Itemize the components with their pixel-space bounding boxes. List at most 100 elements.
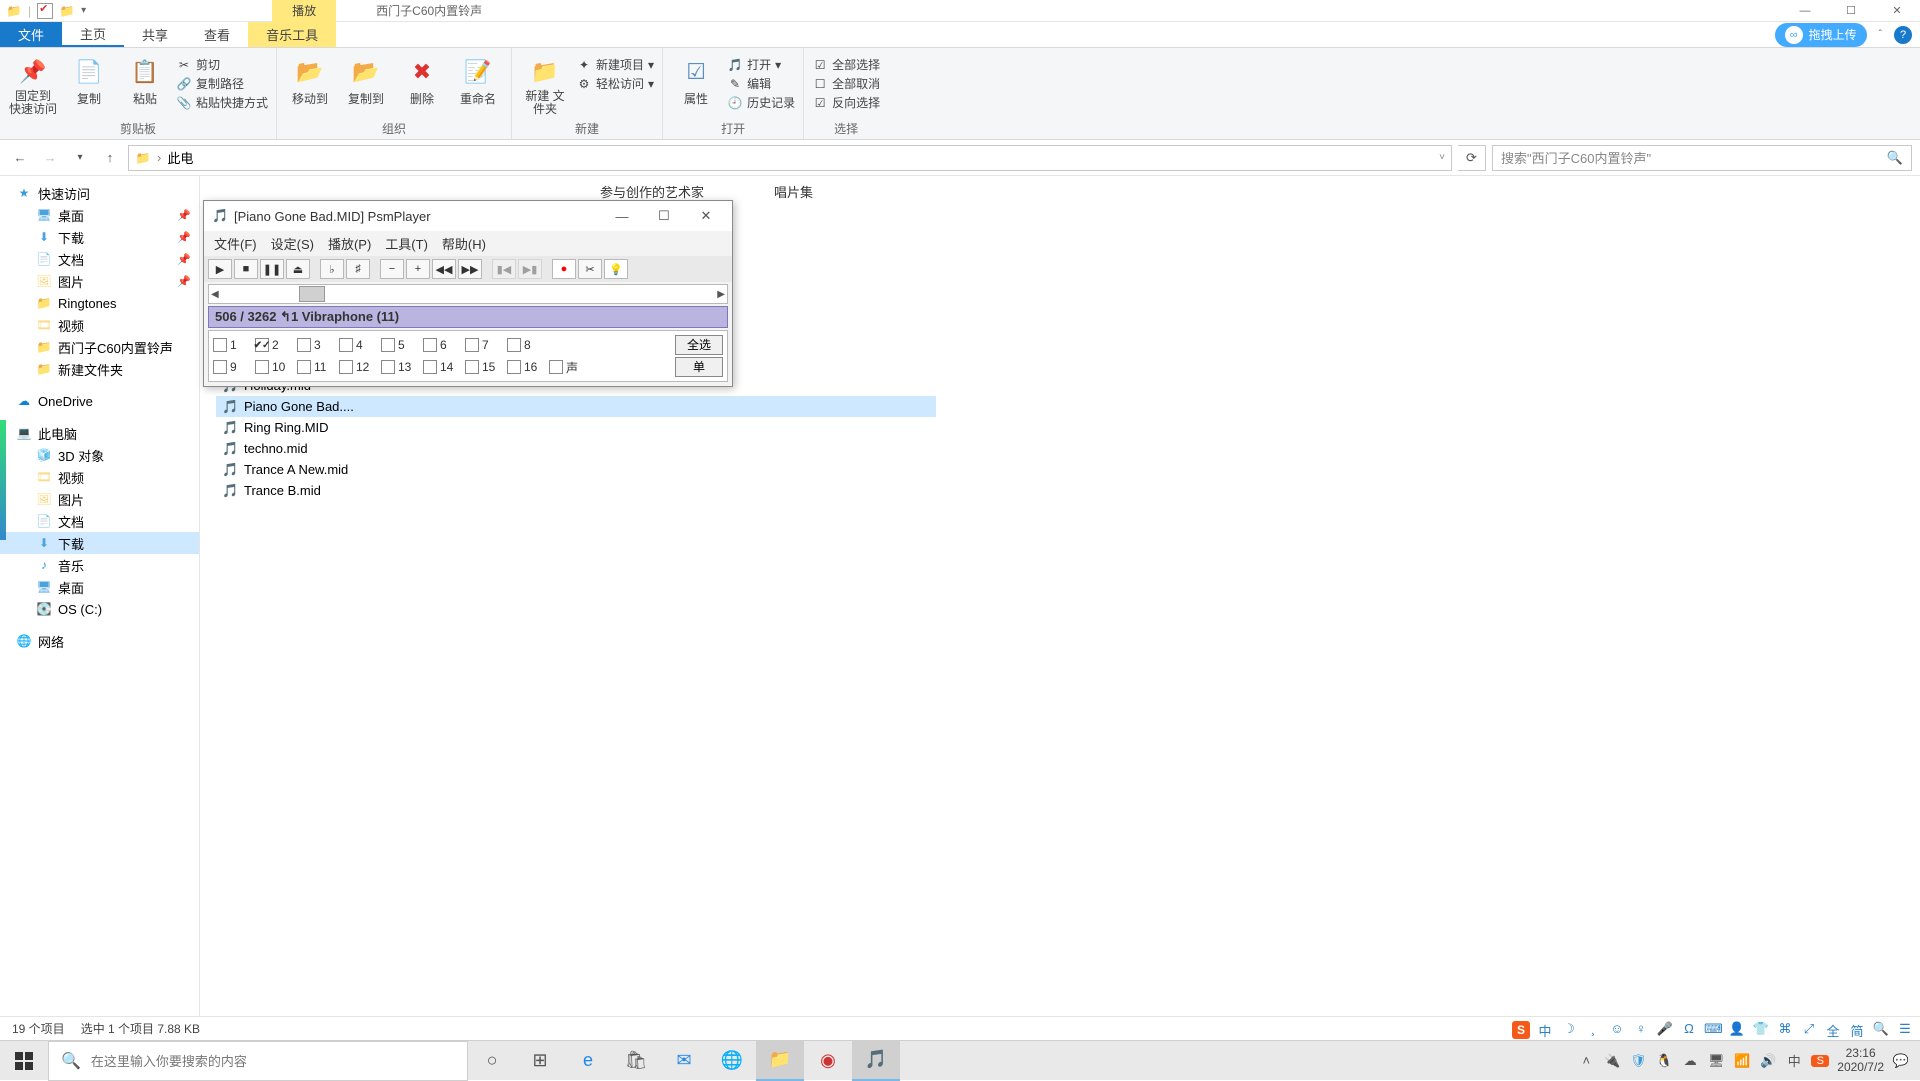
psm-menu-file[interactable]: 文件(F) xyxy=(214,234,257,253)
channel-checkbox[interactable] xyxy=(507,360,521,374)
channel-checkbox[interactable] xyxy=(423,360,437,374)
taskbar-search-input[interactable]: 🔍 在这里输入你要搜索的内容 xyxy=(48,1041,468,1081)
psmplayer-titlebar[interactable]: 🎵 [Piano Gone Bad.MID] PsmPlayer — ☐ ✕ xyxy=(204,201,732,231)
qat-checkbox[interactable]: ✔ xyxy=(37,3,53,19)
edit-button[interactable]: ✎编辑 xyxy=(727,75,795,92)
sidebar-documents[interactable]: 📄文档📌 xyxy=(0,248,199,270)
pin-to-quickaccess-button[interactable]: 📌 固定到 快速访问 xyxy=(8,52,58,118)
minimize-button[interactable]: — xyxy=(1782,0,1828,22)
psm-sharp-button[interactable]: ♯ xyxy=(346,259,370,279)
invert-selection-button[interactable]: ☑反向选择 xyxy=(812,94,880,111)
sogou-item[interactable]: ☺ xyxy=(1608,1021,1626,1040)
easy-access-button[interactable]: ⚙轻松访问 ▾ xyxy=(576,75,654,92)
channel-checkbox[interactable] xyxy=(381,360,395,374)
sidebar-downloads2[interactable]: ⬇下载 xyxy=(0,532,199,554)
sogou-item[interactable]: 全 xyxy=(1824,1021,1842,1040)
channel-checkbox[interactable] xyxy=(465,360,479,374)
properties-button[interactable]: ☑属性 xyxy=(671,52,721,118)
sidebar-videos[interactable]: 🎞视频 xyxy=(0,314,199,336)
psm-prev-button[interactable]: ▮◀ xyxy=(492,259,516,279)
channel-checkbox[interactable] xyxy=(507,338,521,352)
taskbar-explorer-icon[interactable]: 📁 xyxy=(756,1041,804,1081)
channel-checkbox[interactable] xyxy=(339,360,353,374)
psm-next-button[interactable]: ▶▮ xyxy=(518,259,542,279)
collapse-ribbon-icon[interactable]: ˆ xyxy=(1873,29,1888,40)
psm-forward-button[interactable]: ▶▶ xyxy=(458,259,482,279)
sogou-item[interactable]: ⤢ xyxy=(1800,1021,1818,1040)
history-button[interactable]: 🕘历史记录 xyxy=(727,94,795,111)
sidebar-osc[interactable]: 💽OS (C:) xyxy=(0,598,199,620)
taskbar-record-icon[interactable]: ◉ xyxy=(804,1041,852,1081)
taskbar-cortana-icon[interactable]: ○ xyxy=(468,1041,516,1081)
copy-button[interactable]: 📄 复制 xyxy=(64,52,114,118)
sidebar-music[interactable]: ♪音乐 xyxy=(0,554,199,576)
tray-wifi-icon[interactable]: 📶 xyxy=(1733,1053,1751,1069)
select-all-channels-button[interactable]: 全选 xyxy=(675,335,723,355)
sidebar-documents2[interactable]: 📄文档 xyxy=(0,510,199,532)
sidebar-siemens[interactable]: 📁西门子C60内置铃声 xyxy=(0,336,199,358)
tray-app-icon[interactable]: 🐧 xyxy=(1655,1053,1673,1069)
paste-shortcut-button[interactable]: 📎粘贴快捷方式 xyxy=(176,94,268,111)
tray-volume-icon[interactable]: 🔊 xyxy=(1759,1053,1777,1069)
scroll-right-icon[interactable]: ▶ xyxy=(717,289,725,300)
tab-music-tools[interactable]: 音乐工具 xyxy=(248,22,336,47)
tab-view[interactable]: 查看 xyxy=(186,22,248,47)
psm-menu-settings[interactable]: 设定(S) xyxy=(271,234,314,253)
tab-file[interactable]: 文件 xyxy=(0,22,62,47)
start-button[interactable] xyxy=(0,1041,48,1081)
sogou-item[interactable]: ♀ xyxy=(1632,1021,1650,1040)
tray-chevron-icon[interactable]: ˄ xyxy=(1577,1053,1595,1068)
channel-checkbox[interactable] xyxy=(213,338,227,352)
sidebar-quickaccess[interactable]: ★快速访问 xyxy=(0,182,199,204)
taskbar-clock[interactable]: 23:16 2020/7/2 xyxy=(1837,1047,1884,1073)
sogou-item[interactable]: ☽ xyxy=(1560,1021,1578,1040)
scroll-thumb[interactable] xyxy=(299,286,325,302)
channel-checkbox[interactable] xyxy=(255,360,269,374)
taskbar-store-icon[interactable]: 🛍 xyxy=(612,1041,660,1081)
file-row[interactable]: 🎵techno.mid xyxy=(216,438,936,459)
psm-cut-button[interactable]: ✂ xyxy=(578,259,602,279)
taskbar-ie-icon[interactable]: 🌐 xyxy=(708,1041,756,1081)
sidebar-thispc[interactable]: 💻此电脑 xyxy=(0,422,199,444)
taskbar-edge-icon[interactable]: e xyxy=(564,1041,612,1081)
psmplayer-window[interactable]: 🎵 [Piano Gone Bad.MID] PsmPlayer — ☐ ✕ 文… xyxy=(203,200,733,387)
sidebar-ringtones[interactable]: 📁Ringtones xyxy=(0,292,199,314)
psm-bulb-button[interactable]: 💡 xyxy=(604,259,628,279)
taskbar-psmplayer-icon[interactable]: 🎵 xyxy=(852,1041,900,1081)
new-folder-button[interactable]: 📁新建 文件夹 xyxy=(520,52,570,118)
tray-screen-icon[interactable]: 🖥 xyxy=(1707,1053,1725,1069)
sidebar-newfolder[interactable]: 📁新建文件夹 xyxy=(0,358,199,380)
qat-dropdown-icon[interactable]: ▾ xyxy=(81,5,86,16)
back-button[interactable]: ← xyxy=(8,146,32,170)
psm-minimize-button[interactable]: — xyxy=(604,204,640,228)
close-button[interactable]: ✕ xyxy=(1874,0,1920,22)
address-bar[interactable]: 📁 › 此电 ˅ xyxy=(128,145,1452,171)
tray-shield-icon[interactable]: 🛡 xyxy=(1629,1053,1647,1069)
channel-checkbox[interactable] xyxy=(423,338,437,352)
forward-button[interactable]: → xyxy=(38,146,62,170)
recent-locations-button[interactable]: ▾ xyxy=(68,146,92,170)
column-artist[interactable]: 参与创作的艺术家 xyxy=(600,182,704,201)
maximize-button[interactable]: ☐ xyxy=(1828,0,1874,22)
sidebar-downloads[interactable]: ⬇下载📌 xyxy=(0,226,199,248)
new-item-button[interactable]: ✦新建项目 ▾ xyxy=(576,56,654,73)
cut-button[interactable]: ✂剪切 xyxy=(176,56,268,73)
sogou-item[interactable]: ⌘ xyxy=(1776,1021,1794,1040)
channel-checkbox[interactable] xyxy=(213,360,227,374)
channel-checkbox[interactable] xyxy=(297,338,311,352)
copy-to-button[interactable]: 📂复制到 xyxy=(341,52,391,118)
sogou-item[interactable]: 🎤 xyxy=(1656,1021,1674,1040)
sogou-item[interactable]: 中 xyxy=(1536,1021,1554,1040)
psm-close-button[interactable]: ✕ xyxy=(688,204,724,228)
file-row[interactable]: 🎵Ring Ring.MID xyxy=(216,417,936,438)
tray-cloud-icon[interactable]: ☁ xyxy=(1681,1053,1699,1069)
move-to-button[interactable]: 📂移动到 xyxy=(285,52,335,118)
copy-path-button[interactable]: 🔗复制路径 xyxy=(176,75,268,92)
sogou-item[interactable]: ¸ xyxy=(1584,1021,1602,1040)
psm-tempo-down-button[interactable]: − xyxy=(380,259,404,279)
upload-button[interactable]: ∞ 拖拽上传 xyxy=(1775,23,1867,47)
refresh-button[interactable]: ⟳ xyxy=(1458,145,1486,171)
tab-share[interactable]: 共享 xyxy=(124,22,186,47)
sidebar-videos2[interactable]: 🎞视频 xyxy=(0,466,199,488)
channel-checkbox[interactable] xyxy=(549,360,563,374)
